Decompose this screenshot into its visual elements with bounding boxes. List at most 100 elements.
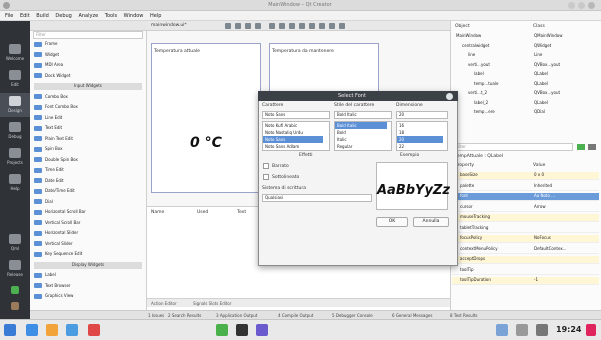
qtcreator-icon[interactable]: [216, 324, 228, 336]
property-row[interactable]: focusPolicy NoFocus: [452, 235, 599, 243]
cancel-button[interactable]: Annulla: [413, 217, 449, 227]
strikeout-checkbox[interactable]: [263, 163, 269, 169]
volume-icon[interactable]: [516, 324, 528, 336]
editor-tab[interactable]: mainwindow.ui*: [151, 23, 187, 28]
font-style-option[interactable]: Bold Italic: [335, 122, 387, 129]
tab-general-messages[interactable]: 6 General Messages: [392, 313, 432, 318]
files-icon[interactable]: [26, 324, 38, 336]
layout-split-h-icon[interactable]: [289, 23, 295, 29]
break-layout-icon[interactable]: [329, 23, 335, 29]
edit-tab-order-icon[interactable]: [255, 23, 261, 29]
mode-edit[interactable]: Edit: [0, 67, 30, 91]
font-family-option[interactable]: Noto Sans Adlam: [263, 143, 323, 150]
property-row[interactable]: toolTip: [452, 267, 599, 275]
font-family-option[interactable]: Noto Sans: [263, 136, 323, 143]
app-menu-icon[interactable]: [3, 2, 10, 9]
terminal-icon[interactable]: [236, 324, 248, 336]
widget-item[interactable]: Plain Text Edit: [34, 136, 142, 143]
widget-item[interactable]: Date Edit: [34, 178, 142, 185]
ok-button[interactable]: OK: [376, 217, 408, 227]
menu-build[interactable]: Build: [36, 13, 49, 19]
widget-item[interactable]: Double Spin Box: [34, 157, 142, 164]
property-row[interactable]: contextMenuPolicy DefaultContex...: [452, 246, 599, 254]
app-icon[interactable]: [88, 324, 100, 336]
widget-item[interactable]: Line Edit: [34, 115, 142, 122]
app2-icon[interactable]: [256, 324, 268, 336]
object-row[interactable]: verti...t_2 QVBox...yout: [452, 90, 599, 98]
build-button[interactable]: [0, 299, 30, 313]
writing-system-select[interactable]: Qualsiasi: [262, 194, 372, 202]
edit-signals-icon[interactable]: [235, 23, 241, 29]
property-row[interactable]: mouseTracking: [452, 214, 599, 222]
adjust-size-icon[interactable]: [339, 23, 345, 29]
font-size-option[interactable]: 22: [397, 143, 443, 150]
underline-checkbox[interactable]: [263, 174, 269, 180]
layout-split-v-icon[interactable]: [299, 23, 305, 29]
property-row[interactable]: toolTipDuration -1: [452, 277, 599, 285]
font-size-input[interactable]: 20: [396, 111, 448, 119]
current-temp-pane[interactable]: Temperatura attuale: [151, 43, 261, 193]
property-row[interactable]: palette Inherited: [452, 183, 599, 191]
widget-item[interactable]: Graphics View: [34, 293, 142, 300]
object-header[interactable]: Object: [455, 24, 470, 29]
widget-item[interactable]: Vertical Scroll Bar: [34, 220, 142, 227]
widget-item[interactable]: Frame: [34, 41, 142, 48]
widget-category[interactable]: Input Widgets: [34, 83, 142, 90]
remove-property-icon[interactable]: [588, 144, 596, 150]
widget-item[interactable]: Dock Widget: [34, 73, 142, 80]
value-header[interactable]: Value: [533, 163, 545, 168]
widget-item[interactable]: Horizontal Scroll Bar: [34, 209, 142, 216]
notification-icon[interactable]: [586, 324, 596, 336]
widget-item[interactable]: Horizontal Slider: [34, 230, 142, 237]
tab-compile-output[interactable]: 4 Compile Output: [278, 313, 313, 318]
layout-vertical-icon[interactable]: [279, 23, 285, 29]
browser-icon[interactable]: [66, 324, 78, 336]
add-property-icon[interactable]: [577, 144, 585, 150]
font-style-option[interactable]: Bold: [335, 129, 387, 136]
tab-application-output[interactable]: 3 Application Output: [216, 313, 257, 318]
layout-horizontal-icon[interactable]: [269, 23, 275, 29]
edit-widgets-icon[interactable]: [225, 23, 231, 29]
font-family-input[interactable]: Noto Sans: [262, 111, 330, 119]
battery-icon[interactable]: [536, 324, 548, 336]
temp-value-label[interactable]: 0 °C: [190, 135, 222, 151]
menu-edit[interactable]: Edit: [20, 13, 30, 19]
tab-test-results[interactable]: 8 Test Results: [450, 313, 477, 318]
object-row[interactable]: temp...ere QDial: [452, 109, 599, 117]
folder-icon[interactable]: [46, 324, 58, 336]
clock[interactable]: 19:24: [556, 325, 581, 334]
menu-file[interactable]: File: [5, 13, 13, 19]
run-button[interactable]: [0, 283, 30, 297]
menu-analyze[interactable]: Analyze: [78, 13, 98, 19]
object-row[interactable]: label_2 QLabel: [452, 100, 599, 108]
object-row[interactable]: label QLabel: [452, 71, 599, 79]
widget-filter-input[interactable]: Filter: [33, 31, 143, 39]
layout-form-icon[interactable]: [309, 23, 315, 29]
widget-item[interactable]: MDI Area: [34, 62, 142, 69]
col-name[interactable]: Name: [151, 210, 164, 215]
property-row[interactable]: font Aa Noto ...: [452, 193, 599, 201]
widget-item[interactable]: Spin Box: [34, 146, 142, 153]
mode-welcome[interactable]: Welcome: [0, 41, 30, 65]
property-row[interactable]: cursor Arrow: [452, 204, 599, 212]
widget-item[interactable]: Combo Box: [34, 94, 142, 101]
tab-action-editor[interactable]: Action Editor: [151, 301, 177, 306]
object-row[interactable]: temp...tuale QLabel: [452, 81, 599, 89]
maximize-icon[interactable]: [578, 2, 585, 9]
class-header[interactable]: Class: [533, 24, 545, 29]
col-used[interactable]: Used: [197, 210, 208, 215]
property-row[interactable]: baseSize 0 x 0: [452, 172, 599, 180]
network-icon[interactable]: [496, 324, 508, 336]
dialog-close-icon[interactable]: [446, 93, 453, 100]
mode-debug[interactable]: Debug: [0, 119, 30, 143]
tab-issues[interactable]: 1 Issues: [148, 313, 164, 318]
font-size-option[interactable]: 20: [397, 136, 443, 143]
menu-window[interactable]: Window: [124, 13, 144, 19]
close-icon[interactable]: [588, 2, 595, 9]
mode-projects[interactable]: Projects: [0, 145, 30, 169]
widget-item[interactable]: Date/Time Edit: [34, 188, 142, 195]
object-row[interactable]: MainWindow QMainWindow: [452, 33, 599, 41]
build-config[interactable]: Release: [0, 257, 30, 281]
widget-category[interactable]: Display Widgets: [34, 261, 142, 269]
tab-signals-slots[interactable]: Signals Slots Editor: [193, 301, 232, 306]
